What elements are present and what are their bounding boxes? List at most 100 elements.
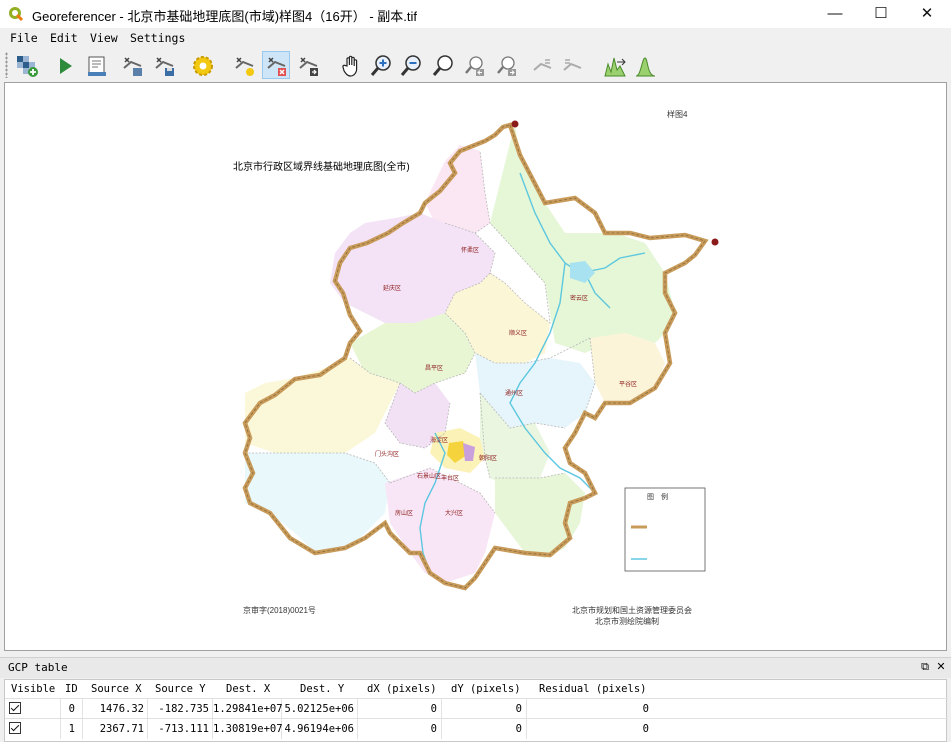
map-canvas[interactable]: 北京市行政区域界线基础地理底图(全市) 样图4 京审字(2018)0021号 北… [4,82,947,651]
cell-source-x: 1476.32 [99,703,144,715]
transformation-settings-button[interactable] [188,51,216,79]
col-dest-y[interactable]: Dest. Y [300,683,344,695]
gcp-point-0 [511,120,519,128]
cell-dx: 0 [430,723,437,735]
map-review-number: 京审字(2018)0021号 [243,606,316,615]
minimize-button[interactable]: — [812,0,858,28]
table-row[interactable]: 1 2367.71 -713.111 1.30819e+07 4.96194e+… [5,718,948,739]
pan-icon [342,55,358,77]
save-gcp-points-icon [155,57,174,76]
district-label-fangshan: 房山区 [395,511,414,517]
zoom-in-button[interactable] [366,51,394,79]
menu-bar: File Edit View Settings [0,28,951,48]
cell-residual: 0 [642,703,649,715]
district-label-changping: 昌平区 [425,366,444,372]
cell-dx: 0 [430,703,437,715]
col-dx[interactable]: dX (pixels) [367,683,437,695]
cell-dest-y: 5.02125e+06 [284,703,354,715]
district-label-miyun: 密云区 [570,296,589,302]
zoom-last-button[interactable] [460,51,488,79]
start-georeferencing-button[interactable] [50,51,78,79]
visible-checkbox[interactable] [9,702,21,714]
local-histogram-stretch-button[interactable] [630,51,658,79]
cell-dest-y: 4.96194e+06 [284,723,354,735]
district-label-daxing: 大兴区 [445,511,464,517]
gcp-table-title: GCP table [8,661,68,674]
menu-view[interactable]: View [90,31,118,45]
district-label-haidian: 海淀区 [430,438,449,444]
qgis-logo-icon [9,7,24,22]
delete-point-button[interactable] [262,51,290,79]
visible-checkbox[interactable] [9,722,21,734]
cell-source-y: -182.735 [158,703,209,715]
col-source-y[interactable]: Source Y [155,683,206,695]
toolbar [0,48,951,82]
zoom-to-layer-icon [432,55,453,76]
district-label-chaoyang: 朝阳区 [479,456,498,462]
district-label-pinggu: 平谷区 [619,382,638,388]
district-label-shijingshan: 石景山区 [417,474,442,480]
zoom-to-layer-button[interactable] [428,51,456,79]
map-corner-label: 样图4 [667,110,688,119]
link-qgis-icon [563,59,582,71]
gcp-dock-header: GCP table ⧉ ✕ [0,657,951,678]
load-gcp-points-button[interactable] [118,51,146,79]
float-dock-icon[interactable]: ⧉ [918,660,932,674]
move-gcp-point-icon [299,57,318,76]
col-dest-x[interactable]: Dest. X [226,683,270,695]
link-qgis-button[interactable] [558,51,586,79]
col-residual[interactable]: Residual (pixels) [539,683,646,695]
title-bar: Georeferencer - 北京市基础地理底图(市域)样图4（16开） - … [0,0,951,28]
cell-dy: 0 [515,723,522,735]
link-georeferencer-icon [533,59,552,71]
menu-file[interactable]: File [10,31,38,45]
col-dy[interactable]: dY (pixels) [451,683,521,695]
zoom-out-button[interactable] [396,51,424,79]
menu-settings[interactable]: Settings [130,31,185,45]
full-histogram-stretch-icon [604,57,626,77]
cell-source-y: -713.111 [158,723,209,735]
delete-point-icon [267,57,286,76]
close-button[interactable]: ✕ [904,0,950,28]
save-gcp-points-button[interactable] [150,51,178,79]
map-publisher-line2: 北京市测绘院编制 [595,617,659,626]
zoom-last-icon [465,56,484,76]
full-histogram-stretch-button[interactable] [600,51,628,79]
district-label-yanqing: 延庆区 [383,286,402,292]
district-label-huairou: 怀柔区 [461,248,480,254]
add-point-icon [235,57,254,76]
open-raster-icon [17,56,38,77]
open-raster-button[interactable] [12,51,40,79]
start-georeferencing-icon [60,58,72,74]
generate-gdal-script-icon [88,56,106,76]
table-row[interactable]: 0 1476.32 -182.735 1.29841e+07 5.02125e+… [5,698,948,719]
zoom-next-icon [497,56,516,76]
cell-residual: 0 [642,723,649,735]
move-gcp-point-button[interactable] [294,51,322,79]
map-legend-title: 图 例 [647,494,668,501]
maximize-button[interactable]: ☐ [858,0,904,28]
zoom-next-button[interactable] [492,51,520,79]
map-publisher-line1: 北京市规划和国土资源管理委员会 [572,606,692,615]
district-label-tongzhou: 通州区 [505,391,524,397]
gcp-point-1 [711,238,719,246]
col-id[interactable]: ID [65,683,78,695]
map-title: 北京市行政区域界线基础地理底图(全市) [233,162,410,173]
cell-source-x: 2367.71 [99,723,144,735]
link-georeferencer-button[interactable] [528,51,556,79]
district-label-shunyi: 顺义区 [509,331,528,337]
load-gcp-points-icon [123,57,142,76]
menu-edit[interactable]: Edit [50,31,78,45]
close-dock-icon[interactable]: ✕ [934,660,948,674]
col-source-x[interactable]: Source X [91,683,142,695]
add-point-button[interactable] [230,51,258,79]
col-visible[interactable]: Visible [11,683,55,695]
toolbar-grip[interactable] [5,52,8,78]
beijing-map [242,120,719,591]
pan-button[interactable] [336,51,364,79]
cell-id: 1 [68,723,75,735]
window-title: Georeferencer - 北京市基础地理底图(市域)样图4（16开） - … [32,9,417,24]
transformation-settings-icon [193,56,213,76]
zoom-in-icon [370,55,391,76]
generate-gdal-script-button[interactable] [82,51,110,79]
